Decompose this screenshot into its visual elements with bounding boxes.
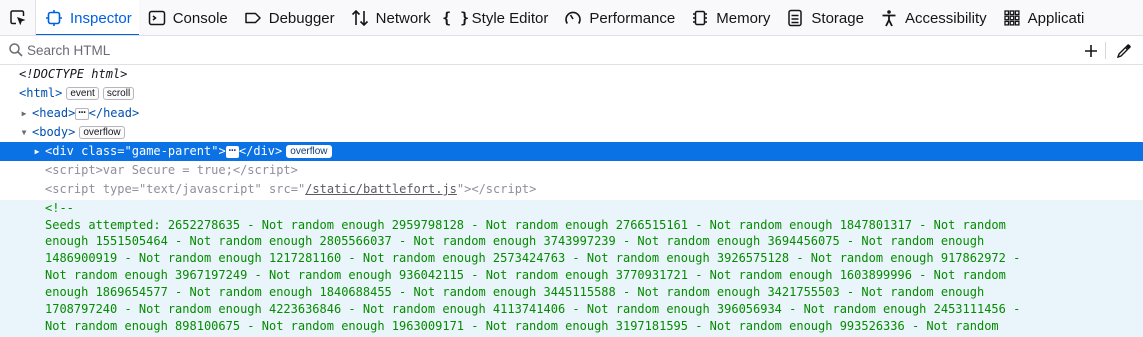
storage-icon [785, 8, 805, 28]
performance-icon [563, 8, 583, 28]
script-src-link[interactable]: /static/battlefort.js [305, 182, 457, 196]
tree-node-doctype[interactable]: <!DOCTYPE html> [0, 65, 1143, 84]
tree-node-script-src[interactable]: <script type="text/javascript" src="/sta… [0, 180, 1143, 199]
search-html-input[interactable] [27, 39, 1027, 61]
tag-open-bracket: </ [88, 106, 104, 120]
overflow-badge[interactable]: overflow [79, 126, 125, 139]
tab-label: Storage [811, 9, 864, 27]
tag-close-bracket: > [55, 86, 63, 100]
tree-node-head[interactable]: ▶ <head> ⋯ </head> [0, 104, 1143, 123]
tree-node-body[interactable]: ▼ <body> overflow [0, 123, 1143, 142]
attr-name-class: class [81, 144, 118, 158]
tag-open-bracket: <script> [45, 163, 103, 177]
style-editor-icon: { } [442, 9, 470, 27]
tag-close-bracket: ></script> [464, 182, 537, 196]
comment-line: 1486900919 - Not random enough 121728116… [45, 251, 1021, 265]
doctype-text: <!DOCTYPE html> [19, 67, 128, 81]
tag-open-bracket: <script [45, 182, 96, 196]
tab-label: Console [172, 9, 228, 27]
attr-name-src: src [269, 182, 291, 196]
tab-memory[interactable]: Memory [682, 0, 777, 35]
inspector-icon [44, 8, 64, 28]
tab-inspector[interactable]: Inspector [36, 0, 139, 35]
add-node-button[interactable] [1080, 40, 1102, 62]
tag-open-bracket: </ [238, 144, 254, 158]
attr-value-class: "game-parent" [124, 144, 219, 158]
attr-equals: = [117, 144, 125, 158]
tag-name-div-close: div [253, 144, 276, 158]
collapse-arrow-icon[interactable]: ▼ [19, 123, 29, 142]
tag-name-body: body [39, 125, 69, 139]
tree-node-script-inline[interactable]: <script>var Secure = true;</script> [0, 161, 1143, 180]
tab-label: Inspector [70, 9, 132, 27]
comment-line: Not random enough 898100675 - Not random… [45, 319, 999, 333]
expand-arrow-icon[interactable]: ▶ [32, 142, 42, 161]
script-inline-text: var Secure = true; [102, 163, 233, 177]
console-icon [147, 8, 167, 28]
tag-close-bracket: > [131, 106, 140, 120]
tag-name-head: head [39, 106, 69, 120]
tag-name-div: div [52, 144, 74, 158]
tab-label: Network [375, 9, 431, 27]
attr-equals: = [290, 182, 298, 196]
tab-label: Accessibility [904, 9, 987, 27]
element-picker-icon [9, 10, 25, 26]
event-badge[interactable]: event [66, 87, 99, 100]
markup-tree: <!DOCTYPE html> <html> event scroll ▶ <hea… [0, 65, 1143, 337]
eyedropper-button[interactable] [1113, 40, 1135, 62]
scroll-badge[interactable]: scroll [102, 87, 135, 100]
comment-line: Not random enough 3967197249 - Not rando… [45, 268, 1006, 282]
attr-value-type: "text/javascript" [138, 182, 262, 196]
tab-application[interactable]: Applicati [994, 0, 1092, 35]
comment-line: enough 1869654577 - Not random enough 18… [45, 285, 985, 299]
divider [1105, 42, 1106, 59]
tag-name-html: html [26, 86, 56, 100]
tree-node-div-game-parent[interactable]: ▶ <div class="game-parent"> ⋯ </div> overfl… [0, 142, 1143, 161]
tag-close-bracket: </script> [232, 163, 298, 177]
tag-close-bracket: > [68, 106, 76, 120]
eyedropper-icon [1116, 44, 1131, 59]
tab-style-editor[interactable]: { } Style Editor [438, 0, 556, 35]
collapsed-ellipsis-button[interactable]: ⋯ [225, 144, 239, 158]
memory-icon [690, 8, 710, 28]
expand-arrow-icon[interactable]: ▶ [19, 104, 29, 123]
tab-storage[interactable]: Storage [777, 0, 871, 35]
collapsed-ellipsis-button[interactable]: ⋯ [75, 106, 89, 120]
tab-label: Memory [716, 9, 771, 27]
html-search-bar [0, 36, 1143, 65]
tag-name-head-close: head [103, 106, 132, 120]
tag-close-bracket: > [218, 144, 226, 158]
attr-name-type: type [102, 182, 132, 196]
overflow-badge[interactable]: overflow [286, 145, 332, 158]
tree-node-html[interactable]: <html> event scroll [0, 84, 1143, 103]
comment-line: Seeds attempted: 2652278635 - Not random… [45, 218, 1006, 232]
search-icon [8, 42, 24, 58]
comment-line: enough 1551505464 - Not random enough 28… [45, 234, 985, 248]
devtools-toolbar: Inspector Console Debugger Network { } S… [0, 0, 1143, 36]
element-picker-button[interactable] [0, 0, 36, 35]
plus-icon [1085, 45, 1097, 57]
attr-equals: = [131, 182, 139, 196]
tab-performance[interactable]: Performance [555, 0, 682, 35]
tab-debugger[interactable]: Debugger [235, 0, 342, 35]
tab-label: Applicati [1027, 9, 1085, 27]
network-icon [350, 8, 370, 28]
tab-label: Debugger [268, 9, 335, 27]
tag-close-bracket: > [68, 125, 76, 139]
tree-node-comment[interactable]: <!-- Seeds attempted: 2652278635 - Not r… [0, 200, 1143, 337]
application-icon [1002, 8, 1022, 28]
tab-label: Performance [589, 9, 676, 27]
comment-open: <!-- [45, 201, 74, 215]
comment-line: 1708797240 - Not random enough 422363684… [45, 302, 1021, 316]
tab-network[interactable]: Network [342, 0, 438, 35]
tab-console[interactable]: Console [139, 0, 235, 35]
debugger-icon [243, 8, 263, 28]
tag-close-bracket: > [275, 144, 283, 158]
tab-accessibility[interactable]: Accessibility [871, 0, 994, 35]
tab-label: Style Editor [471, 9, 549, 27]
accessibility-icon [879, 8, 899, 28]
